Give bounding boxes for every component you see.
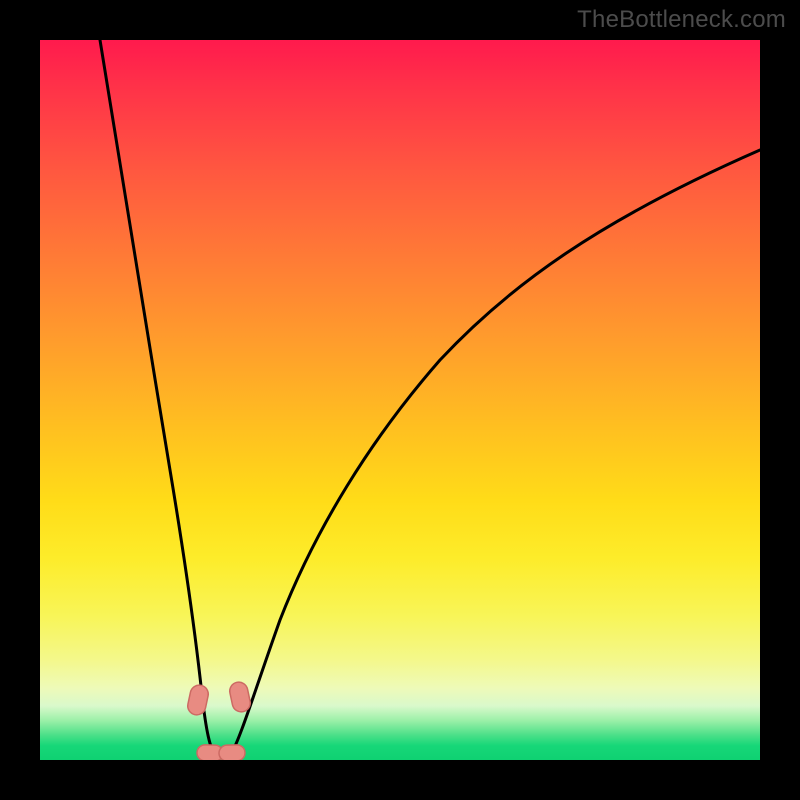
curve-layer [40, 40, 760, 760]
plot-area [40, 40, 760, 760]
curve-left-branch [100, 40, 216, 756]
marker-trough-right [219, 745, 246, 760]
markers [186, 680, 252, 760]
watermark-text: TheBottleneck.com [577, 6, 786, 34]
marker-right-knee [228, 680, 252, 713]
curve-right-branch [230, 150, 760, 756]
chart-frame: TheBottleneck.com [0, 0, 800, 800]
marker-left-knee [186, 683, 210, 716]
